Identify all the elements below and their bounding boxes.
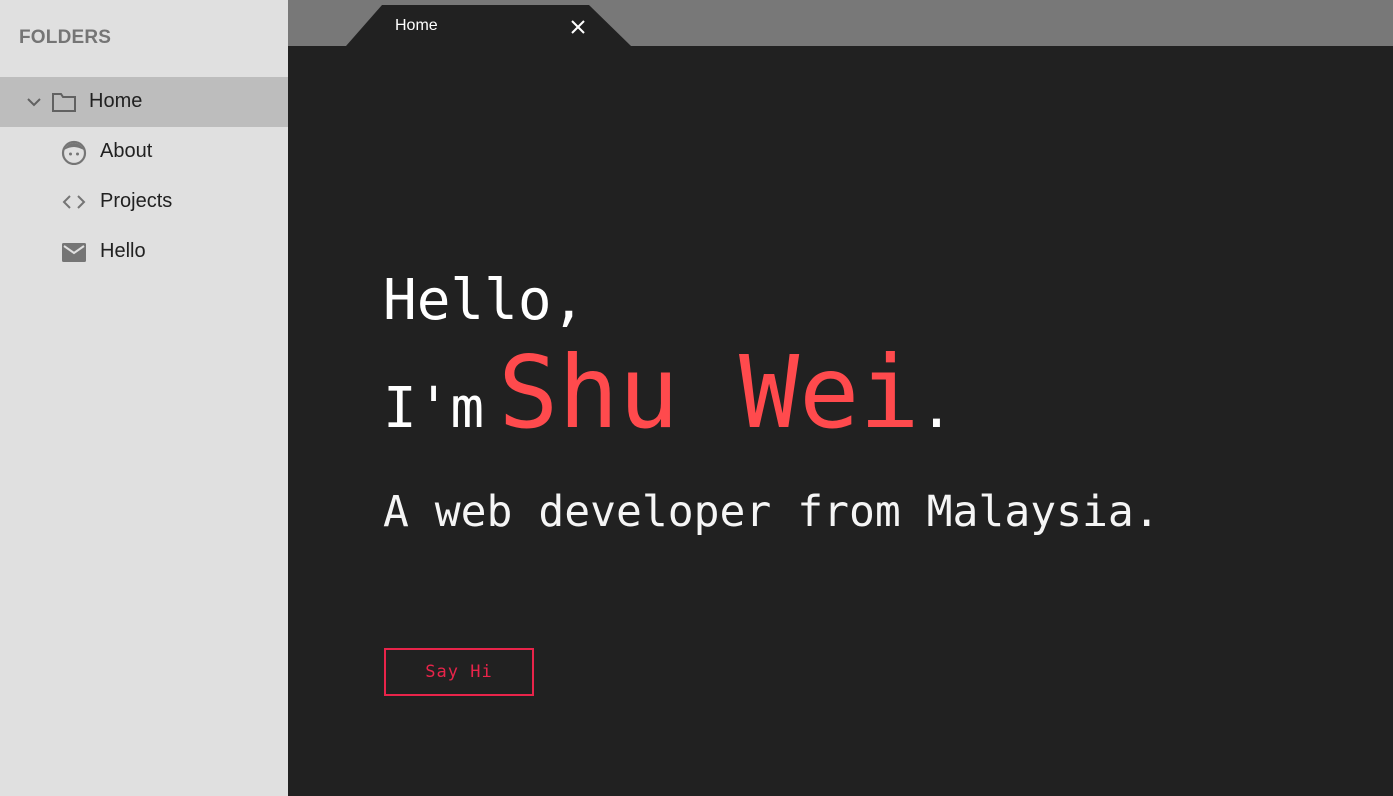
tagline-text: A web developer from Malaysia. — [383, 487, 1160, 537]
tab-home[interactable] — [346, 5, 631, 46]
hero-name: Shu Wei — [498, 334, 920, 451]
sidebar-item-about[interactable]: About — [0, 127, 288, 177]
code-icon — [62, 195, 86, 209]
tab-bar: Home — [288, 0, 1393, 46]
chevron-down-icon[interactable] — [25, 93, 43, 111]
app-window: FOLDERS Home About Projects Hello Home H… — [0, 0, 1393, 796]
main-content: Hello, I'm Shu Wei. A web developer from … — [288, 46, 1393, 796]
intro-line: I'm Shu Wei. — [383, 334, 953, 451]
sidebar-item-label: Home — [89, 90, 143, 112]
sidebar-heading: FOLDERS — [19, 27, 112, 48]
sidebar: FOLDERS Home About Projects Hello — [0, 0, 288, 796]
sidebar-item-home[interactable]: Home — [0, 77, 288, 127]
greeting-text: Hello, — [383, 268, 586, 333]
close-icon[interactable] — [569, 18, 587, 36]
mail-icon — [62, 243, 86, 262]
sidebar-item-label: About — [100, 140, 153, 162]
sidebar-item-label: Hello — [100, 240, 146, 262]
intro-prefix: I'm — [383, 376, 485, 441]
intro-period: . — [919, 376, 954, 441]
say-hi-button[interactable]: Say Hi — [384, 648, 534, 696]
tab-label[interactable]: Home — [395, 17, 438, 35]
face-icon — [61, 140, 87, 165]
sidebar-item-hello[interactable]: Hello — [0, 227, 288, 277]
sidebar-item-projects[interactable]: Projects — [0, 177, 288, 227]
sidebar-item-label: Projects — [100, 190, 173, 212]
folder-icon — [52, 93, 76, 112]
